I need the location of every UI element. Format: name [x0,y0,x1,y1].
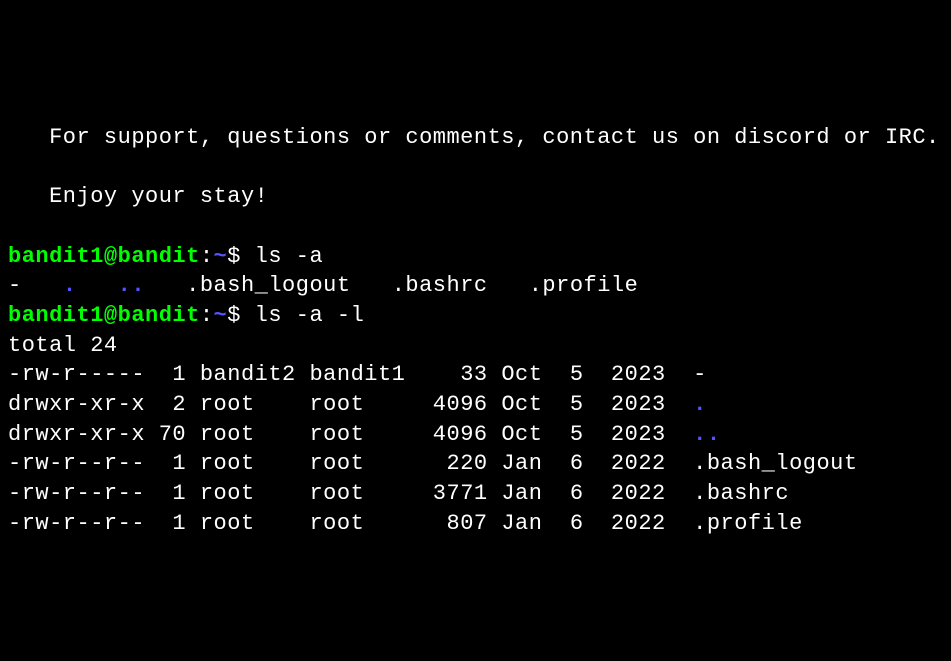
filename: .. [693,422,720,447]
motd-line1: For support, questions or comments, cont… [49,125,940,150]
owner: root [200,422,296,447]
sep [77,273,118,298]
size: 33 [433,362,488,387]
ls-output-file: .profile [529,273,639,298]
ls-output-file: .bashrc [392,273,488,298]
owner: bandit2 [200,362,296,387]
owner: root [200,511,296,536]
motd-line2-indent [8,184,49,209]
date: Jan 6 2022 [501,481,665,506]
motd-line2: Enjoy your stay! [49,184,268,209]
size: 3771 [433,481,488,506]
links: 70 [159,422,186,447]
links: 2 [159,392,186,417]
ls-output-dotdot: .. [118,273,145,298]
total-line: total 24 [8,333,118,358]
filename: .profile [693,511,803,536]
date: Oct 5 2023 [501,422,665,447]
size: 4096 [433,422,488,447]
group: root [309,481,405,506]
perm: -rw-r--r-- [8,511,145,536]
owner: root [200,392,296,417]
filename: - [693,362,707,387]
prompt-colon: : [200,244,214,269]
filename: . [693,392,707,417]
ls-output-dash: - [8,273,22,298]
date: Oct 5 2023 [501,392,665,417]
prompt-suffix: $ [227,244,254,269]
sep [351,273,392,298]
prompt-path: ~ [214,303,228,328]
file-listing: -rw-r----- 1 bandit2 bandit1 33 Oct 5 20… [8,360,943,538]
group: root [309,451,405,476]
group: root [309,511,405,536]
links: 1 [159,451,186,476]
filename: .bash_logout [693,451,857,476]
ls-output-dot: . [63,273,77,298]
command-input[interactable]: ls -a -l [255,303,365,328]
links: 1 [159,362,186,387]
date: Oct 5 2023 [501,362,665,387]
owner: root [200,481,296,506]
sep [22,273,63,298]
prompt-colon: : [200,303,214,328]
motd-line1-indent [8,125,49,150]
size: 220 [433,451,488,476]
sep [488,273,529,298]
owner: root [200,451,296,476]
size: 4096 [433,392,488,417]
links: 1 [159,511,186,536]
size: 807 [433,511,488,536]
ls-output-file: .bash_logout [186,273,350,298]
perm: -rw-r--r-- [8,481,145,506]
filename: .bashrc [693,481,789,506]
prompt-suffix: $ [227,303,254,328]
perm: drwxr-xr-x [8,422,145,447]
group: root [309,392,405,417]
prompt-user: bandit1@bandit [8,244,200,269]
perm: -rw-r--r-- [8,451,145,476]
group: root [309,422,405,447]
group: bandit1 [309,362,405,387]
perm: -rw-r----- [8,362,145,387]
sep [145,273,186,298]
prompt-user: bandit1@bandit [8,303,200,328]
date: Jan 6 2022 [501,451,665,476]
date: Jan 6 2022 [501,511,665,536]
perm: drwxr-xr-x [8,392,145,417]
links: 1 [159,481,186,506]
command-input[interactable]: ls -a [255,244,324,269]
prompt-path: ~ [214,244,228,269]
